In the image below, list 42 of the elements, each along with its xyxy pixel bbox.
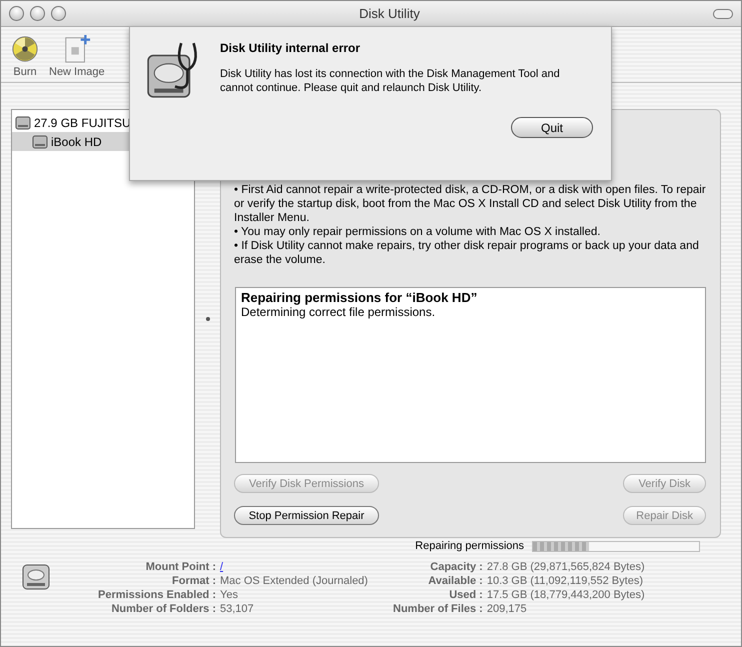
action-button[interactable]: Stop Permission Repair	[234, 506, 379, 525]
info-value: 53,107	[220, 602, 255, 616]
mount-point-link[interactable]: /	[220, 560, 393, 574]
hard-drive-icon	[32, 134, 48, 150]
toolbar-toggle-button[interactable]	[712, 8, 733, 18]
disk-item[interactable]: 27.9 GB FUJITSU	[12, 113, 194, 132]
splitter-handle[interactable]	[206, 317, 210, 321]
disk-name: 27.9 GB FUJITSU	[34, 116, 131, 130]
info-label: Number of Files :	[393, 602, 483, 616]
progress-label: Repairing permissions	[415, 540, 524, 552]
info-value: 209,175	[486, 602, 528, 616]
info-label: Used :	[448, 588, 483, 602]
minimize-button[interactable]	[30, 6, 45, 21]
window-title: Disk Utility	[359, 6, 420, 21]
log-line: Determining correct file permissions.	[241, 305, 436, 319]
info-label: Available :	[427, 574, 483, 588]
info-value: Yes	[220, 588, 239, 602]
info-value: 27.8 GB (29,871,565,824 Bytes)	[486, 560, 645, 574]
info-label: Format :	[171, 574, 216, 588]
close-button[interactable]	[9, 6, 24, 21]
info-label: Capacity :	[429, 560, 483, 574]
dialog-message: Disk Utility has lost its connection with the Disk Management Tool and cannot continue. Please quit and relaunch Disk Utility.	[220, 67, 561, 95]
log-heading: Repairing permissions for “iBook HD”	[241, 290, 478, 305]
info-label: Number of Folders :	[110, 602, 216, 616]
new-document-icon	[62, 34, 91, 64]
volume-name: iBook HD	[51, 134, 102, 148]
toolbar-button[interactable]: Burn	[9, 31, 41, 78]
info-label: Permissions Enabled :	[97, 588, 216, 602]
bullet-text: • First Aid cannot repair a write-protected disk, a CD-ROM, or a disk with open files. To repair or verify the startup disk, boot from the Mac OS X Install CD and select Disk Utility from the Installer Menu.	[234, 183, 706, 225]
info-value: 10.3 GB (11,092,119,552 Bytes)	[486, 574, 644, 588]
info-label: Mount Point :	[144, 560, 216, 574]
quit-button[interactable]: Quit	[511, 117, 593, 138]
info-value: Mac OS Extended (Journaled)	[220, 574, 369, 588]
toolbar-button[interactable]: New Image	[47, 31, 107, 78]
hard-drive-icon	[15, 114, 31, 130]
bullet-text: • You may only repair permissions on a volume with Mac OS X installed.	[234, 225, 602, 239]
hard-drive-icon	[21, 562, 51, 592]
info-value: 17.5 GB (18,779,443,200 Bytes)	[486, 588, 645, 602]
radiation-icon	[11, 34, 39, 64]
zoom-button[interactable]	[51, 6, 66, 21]
dialog-title: Disk Utility internal error	[220, 41, 362, 55]
bullet-text: • If Disk Utility cannot make repairs, try other disk repair programs or back up your data and erase the volume.	[234, 239, 700, 267]
